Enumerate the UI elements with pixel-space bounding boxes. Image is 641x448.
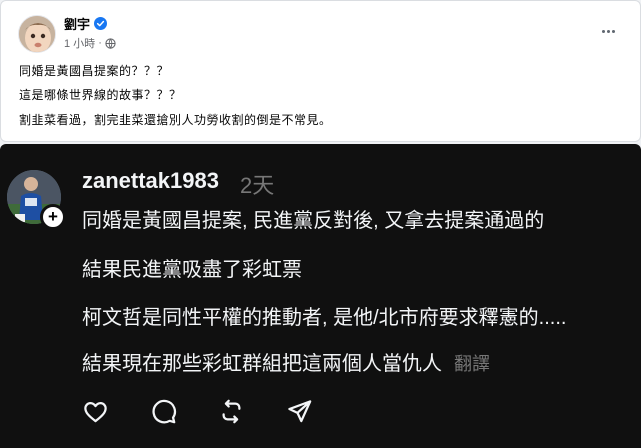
post-text-line: 這是哪條世界線的故事？？？ — [19, 88, 182, 102]
threads-text-line: 同婚是黃國昌提案, 民進黨反對後, 又拿去提案通過的 — [82, 210, 545, 232]
heart-icon[interactable] — [82, 398, 109, 425]
threads-post-card: + zanettak1983 2天 同婚是黃國昌提案, 民進黨反對後, 又拿去提… — [0, 144, 641, 448]
post-text-line: 割韭菜看過，割完韭菜還搶別人功勞收割的倒是不常見。 — [19, 113, 332, 127]
verified-badge-icon — [94, 17, 108, 30]
threads-post-time[interactable]: 2天 — [240, 168, 274, 200]
post-text-line: 同婚是黃國昌提案的？？？ — [19, 64, 170, 78]
more-options-button[interactable] — [598, 21, 618, 41]
threads-username[interactable]: zanettak1983 — [82, 168, 219, 194]
follow-plus-button[interactable]: + — [40, 204, 66, 230]
facebook-post-card: 劉宇 1 小時 · 同婚是黃國昌提案的？？？ 這是哪條世界線的故事？？？ 割韭菜… — [0, 0, 641, 142]
threads-text-line-with-translate: 結果現在那些彩虹群組把這兩個人當仇人 翻譯 — [82, 347, 490, 376]
more-options-icon — [601, 29, 605, 33]
translate-link[interactable]: 翻譯 — [454, 354, 490, 374]
threads-action-bar — [82, 398, 313, 425]
author-name-row: 劉宇 — [64, 14, 108, 33]
author-avatar[interactable] — [18, 15, 56, 53]
comment-icon[interactable] — [150, 398, 177, 425]
threads-text-line: 柯文哲是同性平權的推動者, 是他/北市府要求釋憲的..... — [82, 307, 567, 329]
threads-text-line: 結果現在那些彩虹群組把這兩個人當仇人 — [82, 353, 442, 375]
repost-icon[interactable] — [218, 398, 245, 425]
share-icon[interactable] — [286, 398, 313, 425]
baby-avatar-image — [19, 16, 55, 52]
post-time[interactable]: 1 小時 — [64, 35, 95, 51]
threads-text-line: 結果民進黨吸盡了彩虹票 — [82, 259, 302, 281]
meta-separator: · — [98, 37, 102, 49]
globe-icon — [105, 37, 116, 49]
author-name[interactable]: 劉宇 — [64, 14, 90, 33]
post-meta: 1 小時 · — [64, 35, 116, 51]
